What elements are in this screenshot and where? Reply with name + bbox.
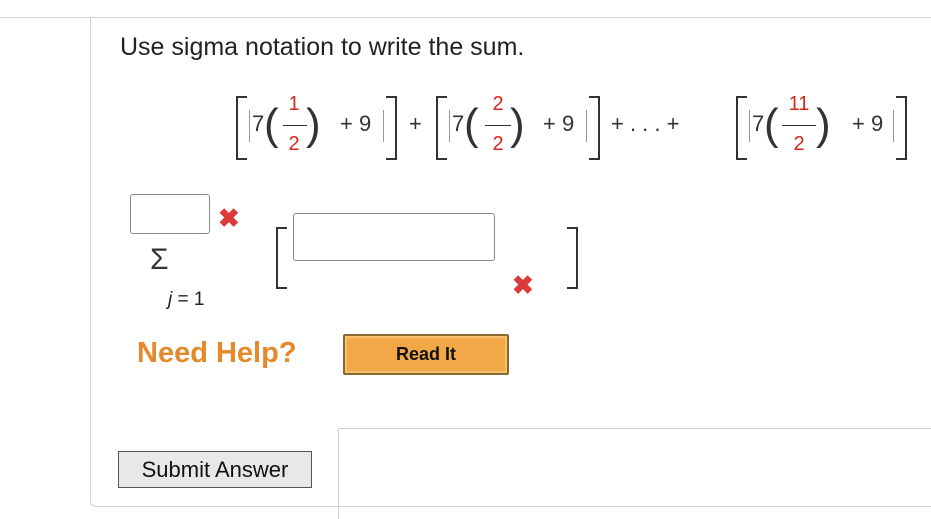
term2-plus: + 9: [543, 111, 575, 136]
right-paren: ): [510, 100, 525, 149]
right-paren: ): [306, 100, 321, 149]
separator: [249, 110, 250, 142]
read-it-button[interactable]: Read It: [343, 334, 509, 375]
summand-input[interactable]: [293, 213, 495, 261]
term1-numerator: 1: [288, 93, 300, 115]
lower-limit-label: j = 1: [168, 289, 204, 311]
right-bracket: [589, 96, 600, 160]
term3-denominator: 2: [793, 133, 805, 155]
submit-answer-button[interactable]: Submit Answer: [118, 451, 312, 488]
left-bracket: [236, 96, 247, 160]
lower-panel: [338, 428, 931, 519]
term1-denominator: 2: [288, 133, 300, 155]
left-paren: (: [764, 100, 779, 149]
term1-coef: 7: [252, 111, 265, 136]
separator: [749, 110, 750, 142]
incorrect-icon: ✖: [512, 270, 534, 300]
right-bracket: [896, 96, 907, 160]
left-paren: (: [264, 100, 279, 149]
term3-plus: + 9: [852, 111, 884, 136]
right-paren: ): [816, 100, 831, 149]
fraction-bar: [283, 125, 307, 126]
need-help-label: Need Help?: [137, 337, 297, 369]
term3-numerator: 11: [788, 93, 810, 115]
summand-left-bracket: [276, 227, 287, 289]
plus-sign: +: [409, 111, 422, 136]
top-frame: [0, 0, 931, 18]
term2-numerator: 2: [492, 93, 504, 115]
right-bracket: [386, 96, 397, 160]
question-text: Use sigma notation to write the sum.: [120, 33, 525, 61]
lower-limit-value: = 1: [177, 289, 205, 310]
term2-denominator: 2: [492, 133, 504, 155]
sigma-symbol: Σ: [150, 243, 169, 276]
separator: [893, 110, 894, 142]
upper-limit-input[interactable]: [130, 194, 210, 234]
term1-plus: + 9: [340, 111, 372, 136]
lower-limit-variable: j: [168, 289, 173, 310]
incorrect-icon: ✖: [218, 203, 240, 233]
term2-coef: 7: [452, 111, 465, 136]
left-paren: (: [464, 100, 479, 149]
ellipsis-plus: + . . . +: [611, 111, 680, 136]
separator: [449, 110, 450, 142]
separator: [383, 110, 384, 142]
term3-coef: 7: [752, 111, 765, 136]
fraction-bar: [485, 125, 511, 126]
summand-right-bracket: [567, 227, 578, 289]
left-bracket: [436, 96, 447, 160]
fraction-bar: [782, 125, 816, 126]
left-bracket: [736, 96, 747, 160]
separator: [586, 110, 587, 142]
